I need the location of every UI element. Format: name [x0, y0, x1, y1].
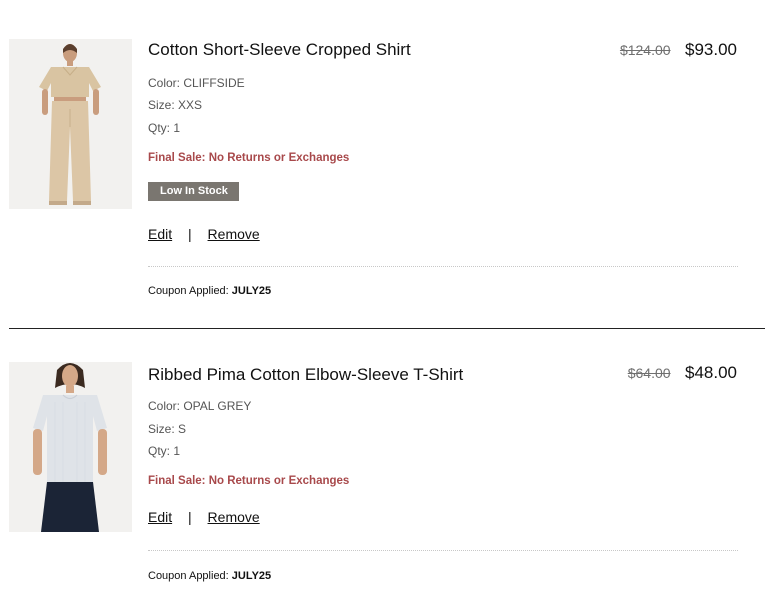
- product-color: Color: OPAL GREY: [148, 399, 252, 413]
- coupon-applied: Coupon Applied: JULY25: [148, 285, 271, 297]
- product-image[interactable]: [9, 362, 132, 532]
- product-title[interactable]: Cotton Short-Sleeve Cropped Shirt: [148, 40, 411, 60]
- coupon-label: Coupon Applied:: [148, 570, 229, 582]
- action-separator: |: [188, 509, 192, 525]
- cart-items: Cotton Short-Sleeve Cropped Shirt $124.0…: [0, 0, 772, 599]
- coupon-code: JULY25: [231, 570, 272, 582]
- product-size: Size: S: [148, 422, 187, 436]
- final-sale-notice: Final Sale: No Returns or Exchanges: [148, 152, 350, 164]
- low-stock-badge: Low In Stock: [148, 182, 239, 201]
- product-color: Color: CLIFFSIDE: [148, 76, 245, 90]
- edit-link[interactable]: Edit: [148, 226, 172, 242]
- coupon-label: Coupon Applied:: [148, 285, 229, 297]
- cart-item: Cotton Short-Sleeve Cropped Shirt $124.0…: [0, 0, 772, 328]
- original-price: $124.00: [619, 42, 671, 58]
- product-title[interactable]: Ribbed Pima Cotton Elbow-Sleeve T-Shirt: [148, 365, 463, 385]
- item-actions: Edit | Remove: [148, 509, 260, 525]
- product-image[interactable]: [9, 39, 132, 209]
- product-image-illustration: [9, 362, 132, 532]
- coupon-code: JULY25: [231, 285, 272, 297]
- cart-item: Ribbed Pima Cotton Elbow-Sleeve T-Shirt …: [0, 329, 772, 599]
- edit-link[interactable]: Edit: [148, 509, 172, 525]
- original-price: $64.00: [627, 365, 671, 381]
- sale-price: $48.00: [685, 363, 737, 382]
- remove-link[interactable]: Remove: [208, 509, 260, 525]
- remove-link[interactable]: Remove: [208, 226, 260, 242]
- action-separator: |: [188, 226, 192, 242]
- final-sale-notice: Final Sale: No Returns or Exchanges: [148, 475, 350, 487]
- sale-price: $93.00: [685, 40, 737, 59]
- coupon-applied: Coupon Applied: JULY25: [148, 570, 271, 582]
- dotted-divider: [148, 266, 738, 267]
- item-actions: Edit | Remove: [148, 226, 260, 242]
- product-image-illustration: [9, 39, 132, 209]
- product-size: Size: XXS: [148, 98, 203, 112]
- dotted-divider: [148, 550, 738, 551]
- price-block: $64.00 $48.00: [628, 363, 737, 383]
- product-quantity: Qty: 1: [148, 444, 181, 458]
- price-block: $124.00 $93.00: [620, 40, 737, 60]
- product-quantity: Qty: 1: [148, 121, 181, 135]
